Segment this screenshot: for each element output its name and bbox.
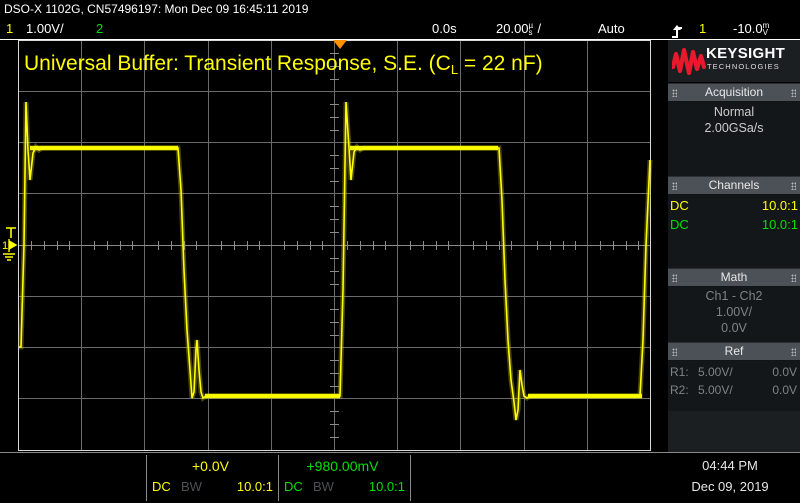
clock-time: 04:44 PM [702, 458, 758, 473]
ch1-bandwidth-limit: BW [181, 479, 202, 494]
keysight-wave-icon [672, 47, 706, 75]
acquisition-sample-rate: 2.00GSa/s [704, 121, 764, 135]
ref-header-label: Ref [724, 344, 744, 358]
ref-panel-header[interactable]: Ref [668, 342, 800, 361]
acquisition-panel-header[interactable]: Acquisition [668, 83, 800, 102]
grip-left-icon [672, 182, 677, 190]
grip-left-icon [672, 274, 677, 282]
right-sidebar: KEYSIGHT TECHNOLOGIES Acquisition Normal… [667, 40, 800, 452]
bottom-status-bar: +0.0V DC BW 10.0:1 +980.00mV DC BW 10.0:… [0, 452, 800, 503]
status-ch2-number[interactable]: 2 [96, 18, 103, 39]
clock-date: Dec 09, 2019 [691, 479, 769, 494]
ch1-measured-value: +0.0V [192, 458, 229, 474]
graticule-grid [18, 40, 653, 451]
status-sweep-mode[interactable]: Auto [598, 18, 625, 39]
grip-right-icon [791, 274, 796, 282]
panel-gap-1 [668, 154, 800, 176]
status-trigger-source[interactable]: 1 [699, 18, 706, 39]
status-trigger-level[interactable]: -10.0 m V [733, 18, 772, 39]
status-bar: 1 1.00V/ 2 0.0s 20.00 µ s / Auto 1 -10.0 m V [0, 18, 800, 40]
instrument-info-line: DSO-X 1102G, CN57496197: Mon Dec 09 16:4… [4, 2, 309, 16]
ch2-bandwidth-limit: BW [313, 479, 334, 494]
ch1-measurement-sub: DC BW 10.0:1 [147, 479, 278, 497]
ch1-coupling: DC [152, 479, 171, 494]
ch2-measurement-sub: DC BW 10.0:1 [279, 479, 410, 497]
rising-edge-icon[interactable] [671, 18, 684, 39]
waveform-display[interactable]: Universal Buffer: Transient Response, S.… [0, 40, 663, 452]
keysight-logo: KEYSIGHT TECHNOLOGIES [668, 40, 800, 83]
ch1-probe-ratio: 10.0:1 [236, 479, 273, 494]
svg-text:1: 1 [2, 240, 8, 252]
annotation-title-subscript: L [450, 62, 459, 77]
status-trigger-level-value: -10.0 [733, 21, 763, 36]
oscilloscope-screen: DSO-X 1102G, CN57496197: Mon Dec 09 16:4… [0, 0, 800, 503]
status-timebase-value: 20.00 [496, 21, 529, 36]
channel-row[interactable]: DC 10.0:1 [668, 196, 800, 215]
clock-display: 04:44 PM Dec 09, 2019 [662, 455, 798, 497]
channels-panel-header[interactable]: Channels [668, 176, 800, 195]
status-timebase-slash: / [537, 21, 542, 36]
status-ch1-scale[interactable]: 1.00V/ [26, 18, 64, 39]
ch2-coupling: DC [284, 479, 303, 494]
status-delay[interactable]: 0.0s [432, 18, 457, 39]
channel1-probe: 10.0:1 [761, 198, 798, 213]
channel2-probe: 10.0:1 [761, 217, 798, 232]
ref1-offset: 0.0V [772, 365, 797, 379]
grip-left-icon [672, 89, 677, 97]
grip-right-icon [791, 348, 796, 356]
ref-row[interactable]: R2: 5.00V/ 0.0V [668, 381, 800, 399]
status-ch1-number[interactable]: 1 [6, 18, 13, 39]
ref1-label: R1: [670, 365, 689, 379]
channels-header-label: Channels [708, 178, 760, 192]
annotation-title-post: = 22 nF) [458, 52, 543, 75]
ref2-label: R2: [670, 383, 689, 397]
measurement-column-ch2[interactable]: +980.00mV DC BW 10.0:1 [278, 455, 410, 501]
grip-left-icon [672, 348, 677, 356]
channel2-coupling: DC [670, 217, 689, 232]
acquisition-header-label: Acquisition [704, 85, 764, 99]
channels-panel-body: DC 10.0:1 DC 10.0:1 [668, 195, 800, 254]
measurement-column-ch1[interactable]: +0.0V DC BW 10.0:1 [146, 455, 278, 501]
ref-panel-body: R1: 5.00V/ 0.0V R2: 5.00V/ 0.0V [668, 361, 800, 411]
acquisition-panel-body: Normal 2.00GSa/s [668, 102, 800, 154]
math-panel-header[interactable]: Math [668, 268, 800, 287]
channel1-ground-marker[interactable]: 1 [2, 226, 19, 267]
acquisition-mode: Normal [713, 105, 755, 119]
trigger-position-marker[interactable] [333, 40, 347, 49]
ch2-probe-ratio: 10.0:1 [368, 479, 405, 494]
status-timebase[interactable]: 20.00 µ s / [496, 18, 541, 39]
status-trigger-level-unit: mV [762, 20, 770, 37]
channel1-coupling: DC [670, 198, 689, 213]
grip-right-icon [791, 182, 796, 190]
math-scale: 1.00V/ [715, 305, 753, 319]
ref2-scale: 5.00V/ [698, 383, 733, 397]
status-timebase-unit: µs [528, 20, 534, 37]
waveform-annotation-title: Universal Buffer: Transient Response, S.… [24, 52, 543, 77]
annotation-title-pre: Universal Buffer: Transient Response, S.… [24, 52, 451, 75]
ch2-measured-value: +980.00mV [306, 458, 379, 474]
ref1-scale: 5.00V/ [698, 365, 733, 379]
math-expression: Ch1 - Ch2 [705, 289, 763, 303]
ref-row[interactable]: R1: 5.00V/ 0.0V [668, 363, 800, 381]
math-header-label: Math [720, 270, 748, 284]
panel-gap-2 [668, 254, 800, 268]
math-offset: 0.0V [721, 321, 747, 335]
math-panel-body: Ch1 - Ch2 1.00V/ 0.0V [668, 287, 800, 342]
keysight-brand-name: KEYSIGHT [706, 45, 786, 62]
ref2-offset: 0.0V [772, 383, 797, 397]
keysight-brand-sub: TECHNOLOGIES [707, 62, 780, 71]
measurement-column-divider [410, 455, 412, 501]
channel-row[interactable]: DC 10.0:1 [668, 215, 800, 234]
grip-right-icon [791, 89, 796, 97]
